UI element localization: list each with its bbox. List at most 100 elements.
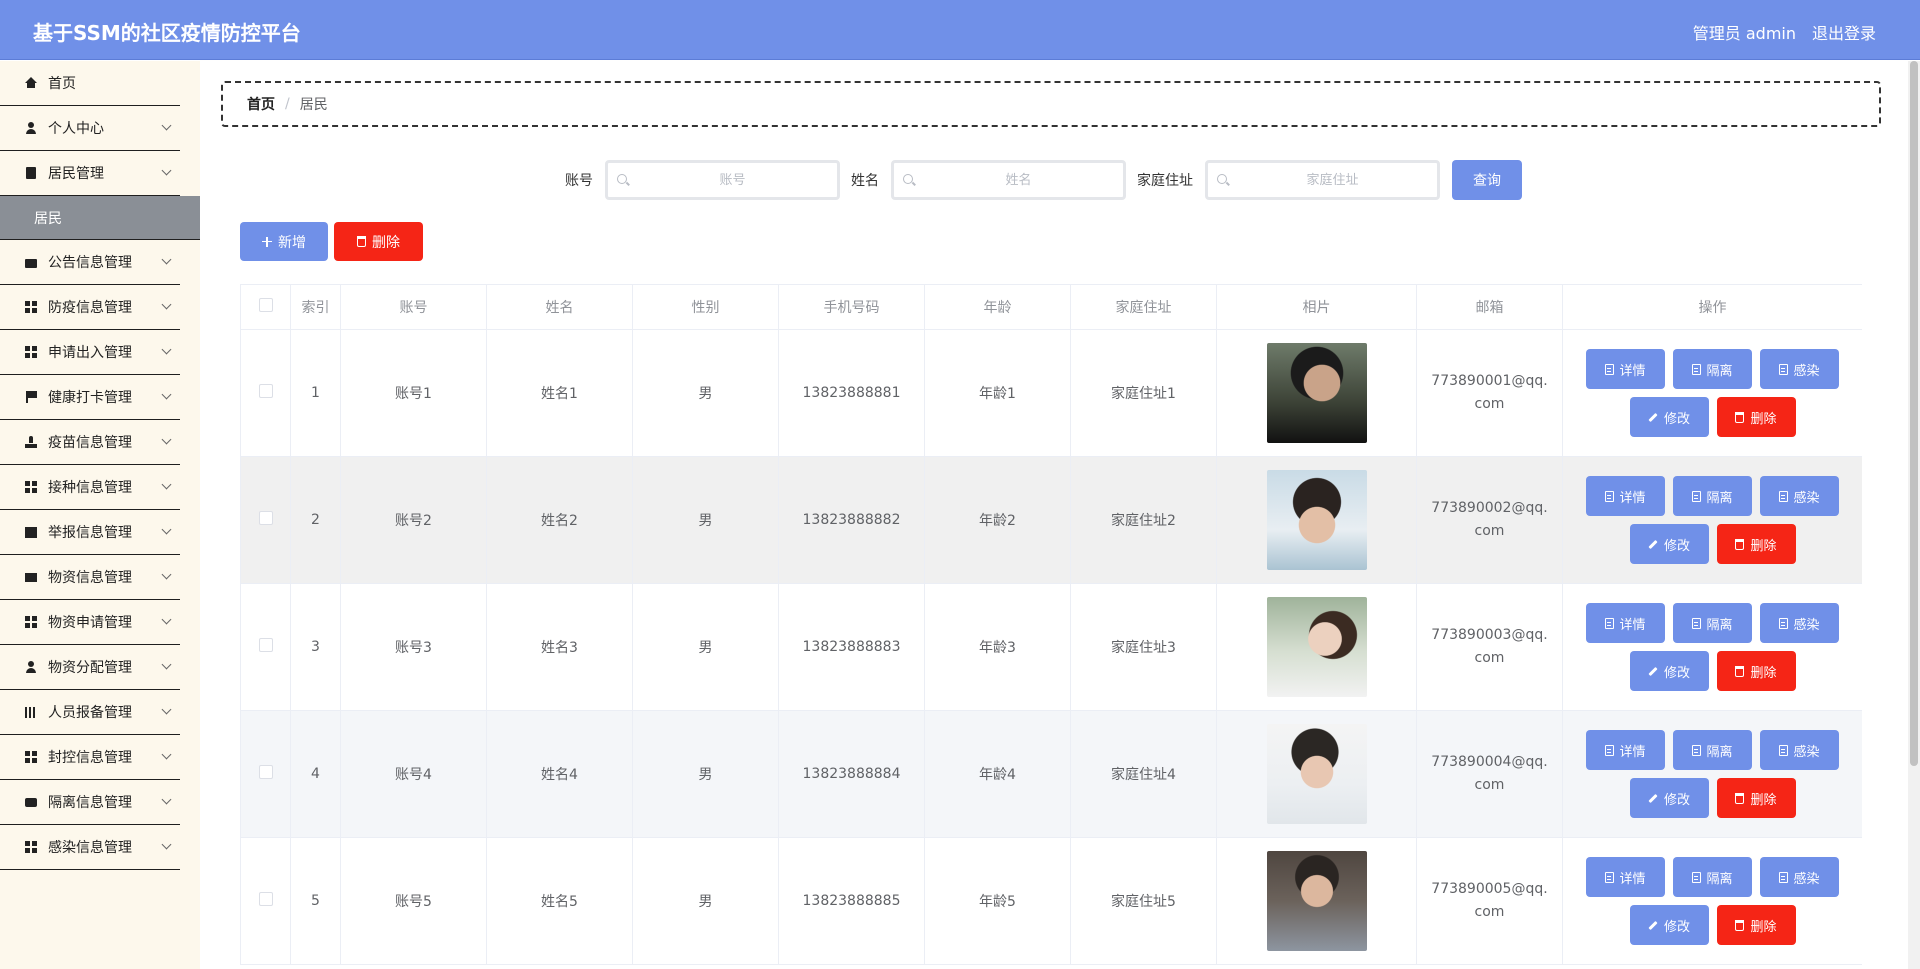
- document-icon: [1779, 744, 1789, 756]
- row-checkbox[interactable]: [258, 511, 273, 525]
- cell-email: 773890002@qq.com: [1431, 500, 1548, 539]
- cell-address: 家庭住址2: [1070, 456, 1217, 584]
- sidebar-item-resident-management[interactable]: 居民管理: [0, 151, 180, 196]
- sidebar-item-label: 物资信息管理: [48, 570, 132, 586]
- grid-icon: [24, 480, 38, 494]
- top-header: 基于SSM的社区疫情防控平台 管理员 admin 退出登录: [0, 0, 1920, 60]
- cell-age: 年龄4: [924, 710, 1071, 838]
- chart-icon: [24, 525, 38, 539]
- trash-icon: [1735, 538, 1745, 550]
- add-button[interactable]: 新增: [240, 222, 328, 261]
- detail-button[interactable]: 详情: [1586, 476, 1665, 516]
- detail-button[interactable]: 详情: [1586, 349, 1665, 389]
- batch-delete-button[interactable]: 删除: [334, 222, 423, 261]
- isolate-button[interactable]: 隔离: [1673, 349, 1752, 389]
- briefcase-icon: [24, 255, 38, 269]
- breadcrumb: 首页 / 居民: [221, 81, 1881, 127]
- isolate-button-label: 隔离: [1706, 871, 1733, 887]
- logout-link[interactable]: 退出登录: [1812, 20, 1876, 44]
- monitor-icon: [24, 570, 38, 584]
- sidebar-item-supplies[interactable]: 物资信息管理: [0, 555, 180, 600]
- isolate-button[interactable]: 隔离: [1673, 730, 1752, 770]
- sidebar-item-lockdown[interactable]: 封控信息管理: [0, 735, 180, 780]
- infect-button[interactable]: 感染: [1760, 476, 1839, 516]
- edit-button[interactable]: 修改: [1629, 778, 1709, 818]
- row-checkbox[interactable]: [258, 638, 273, 652]
- row-checkbox[interactable]: [258, 892, 273, 906]
- infect-button[interactable]: 感染: [1760, 603, 1839, 643]
- isolate-button[interactable]: 隔离: [1673, 476, 1752, 516]
- page-scrollbar[interactable]: [1908, 61, 1920, 969]
- detail-button[interactable]: 详情: [1586, 857, 1665, 897]
- batch-delete-label: 删除: [372, 234, 400, 251]
- select-all-checkbox[interactable]: [258, 298, 273, 312]
- isolate-button[interactable]: 隔离: [1673, 603, 1752, 643]
- sidebar-item-access-application[interactable]: 申请出入管理: [0, 330, 180, 375]
- chevron-down-icon: [161, 434, 172, 445]
- sidebar-item-personnel-report[interactable]: 人员报备管理: [0, 690, 180, 735]
- scrollbar-thumb[interactable]: [1910, 61, 1918, 766]
- sidebar-item-vaccination[interactable]: 接种信息管理: [0, 465, 180, 510]
- row-actions: 详情 隔离 感染 修改 删除: [1578, 730, 1848, 818]
- edit-button[interactable]: 修改: [1629, 397, 1709, 437]
- breadcrumb-home[interactable]: 首页: [247, 94, 275, 114]
- resident-table: 索引 账号 姓名 性别 手机号码 年龄 家庭住址 相片 邮箱 操作 1 账号1 …: [240, 284, 1862, 969]
- resident-photo[interactable]: [1266, 597, 1367, 697]
- sidebar-item-supply-application[interactable]: 物资申请管理: [0, 600, 180, 645]
- cell-phone: 13823888884: [778, 710, 925, 838]
- infect-button[interactable]: 感染: [1760, 349, 1839, 389]
- row-checkbox[interactable]: [258, 384, 273, 398]
- edit-button[interactable]: 修改: [1629, 524, 1709, 564]
- cell-email: 773890004@qq.com: [1431, 754, 1548, 793]
- sidebar-item-isolation[interactable]: 隔离信息管理: [0, 780, 180, 825]
- sidebar-item-infection[interactable]: 感染信息管理: [0, 825, 180, 870]
- cell-index: 4: [290, 710, 341, 838]
- sidebar-item-home[interactable]: 首页: [0, 61, 180, 106]
- document-icon: [1779, 363, 1789, 375]
- document-icon: [1605, 744, 1615, 756]
- infect-button[interactable]: 感染: [1760, 857, 1839, 897]
- delete-button[interactable]: 删除: [1716, 905, 1796, 945]
- address-input[interactable]: [1208, 163, 1437, 197]
- sidebar-item-health-checkin[interactable]: 健康打卡管理: [0, 375, 180, 420]
- edit-button[interactable]: 修改: [1629, 651, 1709, 691]
- trash-icon: [1735, 411, 1745, 423]
- chevron-down-icon: [161, 524, 172, 535]
- detail-button[interactable]: 详情: [1586, 603, 1665, 643]
- isolate-button[interactable]: 隔离: [1673, 857, 1752, 897]
- sidebar-item-supply-allocation[interactable]: 物资分配管理: [0, 645, 180, 690]
- infect-button[interactable]: 感染: [1760, 730, 1839, 770]
- sidebar-item-announcement[interactable]: 公告信息管理: [0, 240, 180, 285]
- chevron-down-icon: [161, 614, 172, 625]
- delete-button[interactable]: 删除: [1716, 651, 1796, 691]
- resident-photo[interactable]: [1266, 343, 1367, 443]
- sidebar-item-vaccine[interactable]: 疫苗信息管理: [0, 420, 180, 465]
- account-input[interactable]: [608, 163, 837, 197]
- cell-name: 姓名2: [486, 456, 633, 584]
- sidebar-item-prevention[interactable]: 防疫信息管理: [0, 285, 180, 330]
- chevron-down-icon: [161, 794, 172, 805]
- resident-photo[interactable]: [1266, 851, 1367, 951]
- row-actions: 详情 隔离 感染 修改 删除: [1578, 603, 1848, 691]
- trash-icon: [1735, 919, 1745, 931]
- detail-button-label: 详情: [1619, 871, 1646, 887]
- cell-address: 家庭住址4: [1070, 710, 1217, 838]
- resident-photo[interactable]: [1266, 724, 1367, 824]
- row-checkbox[interactable]: [258, 765, 273, 779]
- sidebar-item-personal-center[interactable]: 个人中心: [0, 106, 180, 151]
- edit-button[interactable]: 修改: [1629, 905, 1709, 945]
- resident-photo[interactable]: [1266, 470, 1367, 570]
- detail-button[interactable]: 详情: [1586, 730, 1665, 770]
- delete-button[interactable]: 删除: [1716, 397, 1796, 437]
- query-button[interactable]: 查询: [1452, 160, 1522, 200]
- name-input[interactable]: [894, 163, 1123, 197]
- delete-button[interactable]: 删除: [1716, 524, 1796, 564]
- sidebar-subitem-resident[interactable]: 居民: [0, 196, 200, 240]
- cell-age: 年龄3: [924, 583, 1071, 711]
- delete-button[interactable]: 删除: [1716, 778, 1796, 818]
- detail-button-label: 详情: [1619, 617, 1646, 633]
- cell-phone: 13823888882: [778, 456, 925, 584]
- sidebar-item-report[interactable]: 举报信息管理: [0, 510, 180, 555]
- infect-button-label: 感染: [1793, 490, 1820, 506]
- document-icon: [1692, 490, 1702, 502]
